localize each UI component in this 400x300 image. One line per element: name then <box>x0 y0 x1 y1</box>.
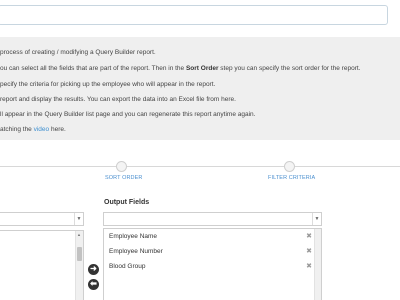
output-field-name: Blood Group <box>109 263 146 270</box>
output-fields-scrollbar[interactable] <box>314 229 321 300</box>
chevron-down-icon: ▼ <box>312 213 321 225</box>
remove-icon[interactable]: ✖ <box>306 247 312 257</box>
step-sort-order-label[interactable]: SORT ORDER <box>105 175 142 181</box>
output-fields-title: Output Fields <box>104 199 150 206</box>
instruction-line-5: ll appear in the Query Builder list page… <box>0 111 256 118</box>
instruction-line-2-text: ou can select all the fields that are pa… <box>0 65 186 72</box>
scroll-up-icon[interactable]: ▲ <box>77 233 81 237</box>
instruction-line-2: ou can select all the fields that are pa… <box>0 65 360 72</box>
instruction-line-3: pecify the criteria for picking up the e… <box>0 81 216 88</box>
top-bar <box>0 0 400 30</box>
sort-order-emphasis: Sort Order <box>185 65 219 72</box>
output-field-name: Employee Name <box>109 233 158 240</box>
step-sort-order-dot[interactable] <box>116 161 127 172</box>
top-input-field[interactable] <box>0 5 388 25</box>
step-filter-criteria-label[interactable]: FILTER CRITERIA <box>268 175 315 181</box>
instruction-line-6: atching the video here. <box>0 126 66 133</box>
video-link[interactable]: video <box>34 126 50 133</box>
move-left-icon[interactable]: ⬅ <box>88 279 99 290</box>
available-fields-list[interactable]: ▲ <box>0 230 84 300</box>
scrollbar-thumb[interactable] <box>77 247 82 261</box>
output-field-row[interactable]: Employee Name ✖ <box>107 232 312 244</box>
remove-icon[interactable]: ✖ <box>306 232 312 242</box>
instruction-line-6-end: here. <box>49 126 66 133</box>
output-fields-list[interactable]: Employee Name ✖ Employee Number ✖ Blood … <box>103 228 322 300</box>
move-right-icon[interactable]: ➜ <box>88 264 99 275</box>
instruction-line-6-text: atching the <box>0 126 34 133</box>
remove-icon[interactable]: ✖ <box>306 262 312 272</box>
instructions-panel: process of creating / modifying a Query … <box>0 37 400 140</box>
instruction-line-4: report and display the results. You can … <box>0 96 236 103</box>
output-fields-select[interactable]: ▼ <box>103 212 322 226</box>
instruction-line-2-end: step you can specify the sort order for … <box>218 65 361 72</box>
chevron-down-icon: ▼ <box>74 213 83 225</box>
available-fields-scrollbar[interactable]: ▲ <box>75 231 83 300</box>
output-field-row[interactable]: Employee Number ✖ <box>107 247 312 259</box>
output-field-row[interactable]: Blood Group ✖ <box>107 262 312 274</box>
instruction-line-1: process of creating / modifying a Query … <box>0 49 156 56</box>
output-field-name: Employee Number <box>109 248 163 255</box>
wizard-progress-line <box>0 166 400 167</box>
step-filter-criteria-dot[interactable] <box>284 161 295 172</box>
available-fields-select[interactable]: ▼ <box>0 212 84 226</box>
